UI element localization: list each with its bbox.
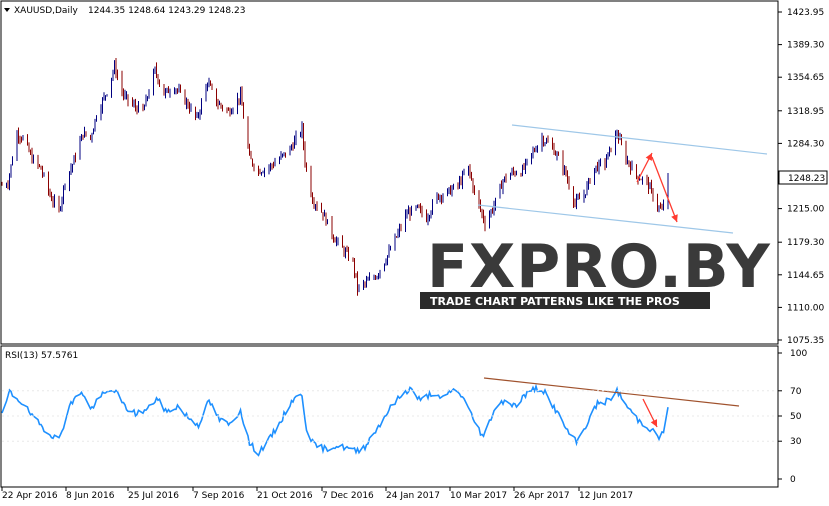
rsi-tick-label: 0 bbox=[790, 475, 796, 485]
logo-text: FXPRO.BY bbox=[427, 232, 771, 302]
price-tick-label: 1423.95 bbox=[787, 8, 824, 18]
price-tick-label: 1144.65 bbox=[787, 271, 824, 281]
rsi-label: RSI(13) 57.5761 bbox=[5, 351, 78, 361]
chart-root: FXPRO.BY TRADE CHART PATTERNS LIKE THE P… bbox=[0, 0, 828, 501]
price-tick-label: 1215.00 bbox=[787, 205, 824, 215]
time-tick-label: 7 Sep 2016 bbox=[193, 491, 245, 501]
rsi-tick-label: 100 bbox=[790, 349, 807, 359]
rsi-tick-label: 70 bbox=[790, 387, 802, 397]
price-tick-label: 1179.30 bbox=[787, 238, 824, 248]
time-tick-label: 26 Apr 2017 bbox=[514, 491, 570, 501]
fxpro-logo: FXPRO.BY TRADE CHART PATTERNS LIKE THE P… bbox=[420, 232, 771, 309]
rsi-tick-label: 50 bbox=[790, 412, 802, 422]
price-tick-label: 1284.30 bbox=[787, 139, 824, 149]
time-tick-label: 10 Mar 2017 bbox=[450, 491, 507, 501]
time-tick-label: 7 Dec 2016 bbox=[322, 491, 374, 501]
time-tick-label: 21 Oct 2016 bbox=[257, 491, 313, 501]
rsi-tick-label: 30 bbox=[790, 437, 802, 447]
symbol-label: XAUUSD,Daily bbox=[14, 6, 78, 16]
price-tick-label: 1075.35 bbox=[787, 336, 824, 346]
tagline-text: TRADE CHART PATTERNS LIKE THE PROS bbox=[430, 295, 680, 308]
ohlc-label: 1244.35 1248.64 1243.29 1248.23 bbox=[88, 6, 245, 16]
price-tick-label: 1110.00 bbox=[787, 303, 824, 313]
price-tick-label: 1318.95 bbox=[787, 107, 824, 117]
time-tick-label: 22 Apr 2016 bbox=[2, 491, 58, 501]
price-tick-label: 1354.65 bbox=[787, 73, 824, 83]
price-tick-label: 1389.30 bbox=[787, 41, 824, 51]
time-tick-label: 8 Jun 2016 bbox=[66, 491, 115, 501]
time-tick-label: 12 Jun 2017 bbox=[579, 491, 633, 501]
current-price-value: 1248.23 bbox=[788, 174, 825, 184]
time-tick-label: 24 Jan 2017 bbox=[386, 491, 440, 501]
time-axis: 22 Apr 2016 8 Jun 2016 25 Jul 2016 7 Sep 20… bbox=[1, 487, 633, 501]
time-tick-label: 25 Jul 2016 bbox=[128, 491, 179, 501]
current-price-tag: 1248.23 bbox=[778, 170, 828, 185]
